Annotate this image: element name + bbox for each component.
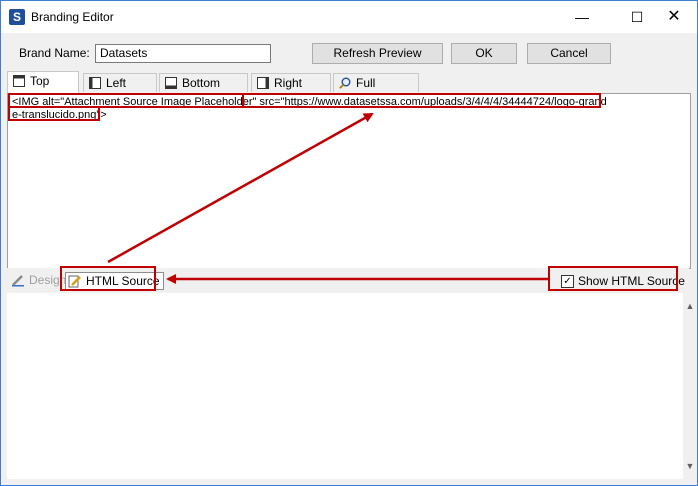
brand-name-input[interactable]: Datasets [95,44,271,63]
annotation-box-src [242,93,601,108]
annotation-box-show-source [548,266,678,291]
magnifier-icon [339,77,351,89]
design-mode-button[interactable]: Design [11,273,66,287]
refresh-preview-button[interactable]: Refresh Preview [312,43,443,64]
tab-bottom-pane[interactable]: Bottom Pane [159,73,248,109]
brand-name-label: Brand Name: [19,46,90,60]
annotation-box-close [8,106,100,121]
branding-editor-window: S Branding Editor — ☐ ✕ Brand Name: Data… [0,0,698,486]
tab-full-preview[interactable]: Full Preview [333,73,419,109]
cancel-button[interactable]: Cancel [527,43,611,64]
design-icon [12,275,24,287]
html-source-editor[interactable]: <IMG alt="Attachment Source Image Placeh… [7,93,691,269]
minimize-button[interactable]: — [559,1,605,33]
bottom-pane-icon [165,77,177,89]
tab-left-pane[interactable]: Left Pane [83,73,157,109]
preview-area [7,293,683,479]
tab-top-pane[interactable]: Top Pane [7,71,79,107]
top-pane-icon [13,75,25,87]
title-bar: S Branding Editor — ☐ ✕ [1,1,697,33]
left-pane-icon [89,77,101,89]
vertical-scrollbar[interactable]: ▲ ▼ [683,293,697,479]
right-pane-icon [257,77,269,89]
scroll-up-icon[interactable]: ▲ [685,301,695,311]
scroll-down-icon[interactable]: ▼ [685,461,695,471]
window-title: Branding Editor [31,10,114,24]
tab-right-pane[interactable]: Right Pane [251,73,331,109]
ok-button[interactable]: OK [451,43,517,64]
close-button[interactable]: ✕ [651,1,697,33]
annotation-box-html-source [60,266,156,291]
app-icon: S [9,9,25,25]
